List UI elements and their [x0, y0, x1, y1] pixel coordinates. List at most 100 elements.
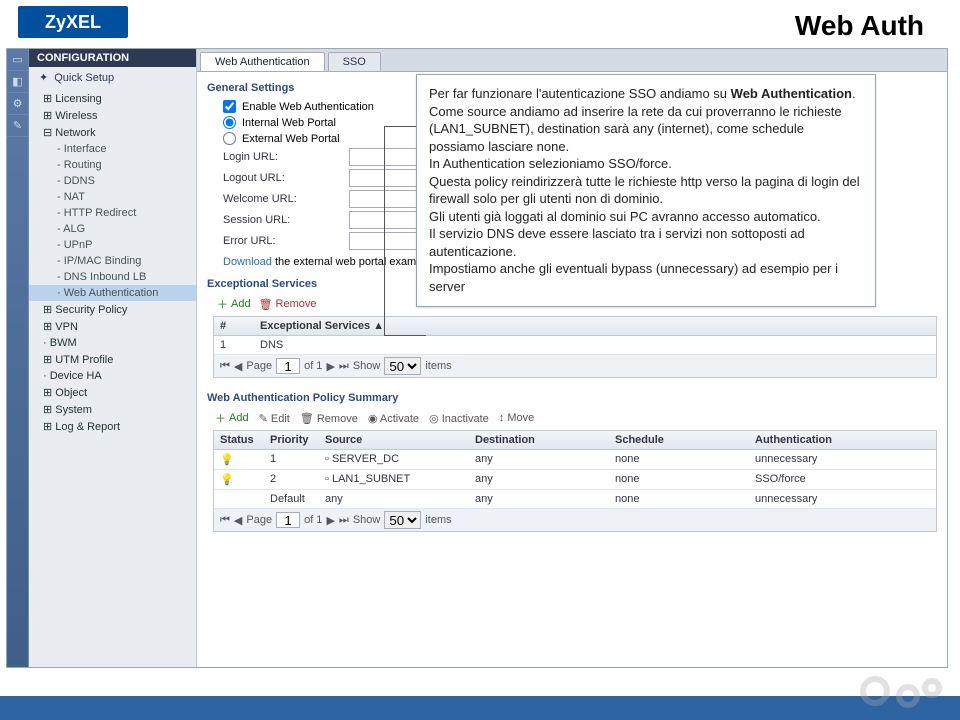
cell: any — [319, 490, 469, 508]
dashboard-icon[interactable]: ▭ — [7, 49, 28, 71]
status-icon: 💡 — [214, 450, 264, 469]
nav-utm[interactable]: ⊞ UTM Profile — [29, 351, 196, 368]
nav-dns-inbound[interactable]: - DNS Inbound LB — [29, 269, 196, 285]
tab-bar: Web Authentication SSO — [197, 49, 947, 72]
add-button[interactable]: ＋Add — [217, 296, 251, 312]
policy-add-button[interactable]: ＋Add — [215, 410, 249, 426]
table-row[interactable]: 1 DNS — [214, 336, 936, 355]
items-label: items — [425, 360, 451, 372]
first-page-icon[interactable]: ⏮ — [220, 360, 230, 373]
plus-icon: ＋ — [217, 296, 228, 312]
status-icon: 💡 — [214, 470, 264, 489]
last-page-icon[interactable]: ⏭ — [339, 360, 349, 373]
quick-setup[interactable]: ✦ Quick Setup — [29, 67, 196, 88]
enable-web-auth-checkbox[interactable] — [223, 100, 236, 113]
first-page-icon[interactable]: ⏮ — [220, 514, 230, 527]
policy-edit-button[interactable]: ✎ Edit — [259, 412, 290, 425]
col-hash[interactable]: # — [214, 317, 254, 335]
download-link[interactable]: Download — [223, 256, 272, 268]
sidebar-header: CONFIGURATION — [29, 49, 196, 67]
nav-ipmac[interactable]: - IP/MAC Binding — [29, 253, 196, 269]
cell: SSO/force — [749, 470, 936, 489]
policy-move-button[interactable]: ↕ Move — [499, 412, 534, 424]
cell: any — [469, 450, 609, 469]
maintenance-icon[interactable]: ✎ — [7, 115, 28, 137]
footer-decoration — [0, 676, 960, 720]
page-input[interactable] — [276, 512, 300, 528]
policy-activate-button[interactable]: ◉ Activate — [368, 412, 419, 425]
table-row[interactable]: Default any any none unnecessary — [214, 490, 936, 509]
slide-title: Web Auth — [795, 10, 924, 42]
page-of: of 1 — [304, 360, 322, 372]
nav-licensing[interactable]: ⊞ Licensing — [29, 90, 196, 107]
col-destination[interactable]: Destination — [469, 431, 609, 449]
cell: unnecessary — [749, 490, 936, 508]
page-size-select[interactable]: 50 — [384, 511, 421, 529]
enable-label: Enable Web Authentication — [242, 101, 374, 113]
page-size-select[interactable]: 50 — [384, 357, 421, 375]
cell: unnecessary — [749, 450, 936, 469]
next-page-icon[interactable]: ▶ — [326, 360, 334, 373]
next-page-icon[interactable]: ▶ — [326, 514, 334, 527]
cell-num: 1 — [214, 336, 254, 354]
nav-http-redirect[interactable]: - HTTP Redirect — [29, 205, 196, 221]
nav-nat[interactable]: - NAT — [29, 189, 196, 205]
error-url-label: Error URL: — [223, 235, 343, 247]
nav-system[interactable]: ⊞ System — [29, 401, 196, 418]
items-label: items — [425, 514, 451, 526]
nav-alg[interactable]: - ALG — [29, 221, 196, 237]
tab-web-auth[interactable]: Web Authentication — [200, 52, 325, 71]
nav-security-policy[interactable]: ⊞ Security Policy — [29, 301, 196, 318]
nav-log-report[interactable]: ⊞ Log & Report — [29, 418, 196, 435]
nav-upnp[interactable]: - UPnP — [29, 237, 196, 253]
table-row[interactable]: 💡 1 ▫ SERVER_DC any none unnecessary — [214, 450, 936, 470]
nav-object[interactable]: ⊞ Object — [29, 384, 196, 401]
nav-web-auth[interactable]: · Web Authentication — [29, 285, 196, 301]
table-row[interactable]: 💡 2 ▫ LAN1_SUBNET any none SSO/force — [214, 470, 936, 490]
policy-inactivate-button[interactable]: ◎ Inactivate — [429, 412, 489, 425]
nav-ddns[interactable]: - DDNS — [29, 173, 196, 189]
last-page-icon[interactable]: ⏭ — [339, 514, 349, 527]
nav-routing[interactable]: - Routing — [29, 157, 196, 173]
plus-icon: ＋ — [215, 410, 226, 426]
pager: ⏮ ◀ Page of 1 ▶ ⏭ Show 50 items — [214, 355, 936, 377]
col-schedule[interactable]: Schedule — [609, 431, 749, 449]
show-label: Show — [353, 360, 381, 372]
cell: any — [469, 470, 609, 489]
remove-button[interactable]: 🗑Remove — [259, 298, 317, 311]
internal-label: Internal Web Portal — [242, 117, 336, 129]
page-input[interactable] — [276, 358, 300, 374]
page-label: Page — [246, 360, 272, 372]
external-portal-radio[interactable] — [223, 132, 236, 145]
policy-remove-button[interactable]: 🗑 Remove — [300, 412, 358, 425]
col-priority[interactable]: Priority — [264, 431, 319, 449]
nav-network[interactable]: ⊟ Network — [29, 124, 196, 141]
status-icon — [214, 490, 264, 508]
nav-wireless[interactable]: ⊞ Wireless — [29, 107, 196, 124]
nav-vpn[interactable]: ⊞ VPN — [29, 318, 196, 335]
cell: none — [609, 490, 749, 508]
col-status[interactable]: Status — [214, 431, 264, 449]
logout-url-label: Logout URL: — [223, 172, 343, 184]
cell-service: DNS — [254, 336, 936, 354]
config-icon[interactable]: ⚙ — [7, 93, 28, 115]
sidebar: CONFIGURATION ✦ Quick Setup ⊞ Licensing … — [29, 49, 197, 667]
prev-page-icon[interactable]: ◀ — [234, 514, 242, 527]
external-label: External Web Portal — [242, 133, 340, 145]
cell: none — [609, 450, 749, 469]
nav-bwm[interactable]: · BWM — [29, 335, 196, 351]
nav-device-ha[interactable]: · Device HA — [29, 368, 196, 384]
cell: ▫ LAN1_SUBNET — [319, 470, 469, 489]
tab-sso[interactable]: SSO — [328, 52, 381, 71]
quick-setup-label: Quick Setup — [54, 72, 114, 84]
session-url-label: Session URL: — [223, 214, 343, 226]
col-exc-services[interactable]: Exceptional Services ▲ — [254, 317, 936, 335]
internal-portal-radio[interactable] — [223, 116, 236, 129]
prev-page-icon[interactable]: ◀ — [234, 360, 242, 373]
col-source[interactable]: Source — [319, 431, 469, 449]
col-auth[interactable]: Authentication — [749, 431, 936, 449]
monitor-icon[interactable]: ◧ — [7, 71, 28, 93]
nav-interface[interactable]: - Interface — [29, 141, 196, 157]
cell: none — [609, 470, 749, 489]
cell: 1 — [264, 450, 319, 469]
